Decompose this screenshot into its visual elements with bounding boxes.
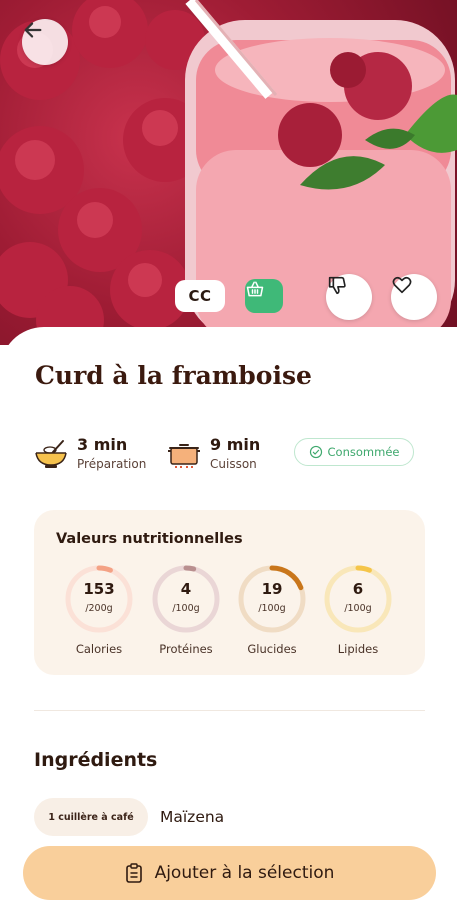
ingredient-quantity-label: 1 cuillère à café bbox=[48, 811, 134, 823]
favorite-button[interactable] bbox=[391, 274, 437, 320]
gauge-unit: /200g bbox=[85, 603, 113, 614]
basket-badge[interactable] bbox=[245, 279, 283, 313]
gauge-value: 6 bbox=[352, 580, 364, 598]
nutrition-title: Valeurs nutritionnelles bbox=[56, 531, 243, 547]
add-to-selection-label: Ajouter à la sélection bbox=[154, 863, 335, 883]
cc-badge-label: CC bbox=[188, 287, 212, 305]
nutrition-gauge-proteins: 4 /100g Protéines bbox=[151, 564, 221, 656]
prep-time: 3 min Préparation bbox=[33, 432, 146, 476]
gauge-label: Glucides bbox=[247, 642, 297, 656]
gauge-ring bbox=[324, 565, 392, 633]
prep-time-value: 3 min bbox=[77, 435, 128, 454]
gauge-value: 153 bbox=[83, 580, 115, 598]
nutrition-gauge-calories: 153 /200g Calories bbox=[64, 564, 134, 656]
consumed-toggle[interactable]: Consommée bbox=[294, 438, 414, 466]
gauge-label: Protéines bbox=[159, 642, 213, 656]
add-to-selection-button[interactable]: Ajouter à la sélection bbox=[23, 846, 436, 900]
nutrition-gauge-fats: 6 /100g Lipides bbox=[323, 564, 393, 656]
gauge-label: Lipides bbox=[337, 642, 379, 656]
gauge-ring bbox=[152, 565, 220, 633]
gauge-unit: /100g bbox=[258, 603, 286, 614]
dislike-button[interactable] bbox=[326, 274, 372, 320]
basket-icon bbox=[246, 281, 264, 297]
gauge-unit: /100g bbox=[172, 603, 200, 614]
cook-time-value: 9 min bbox=[210, 435, 261, 454]
cooking-pot-icon bbox=[168, 444, 200, 468]
gauge-unit: /100g bbox=[344, 603, 372, 614]
gauge-ring bbox=[65, 565, 133, 633]
arrow-left-icon bbox=[24, 22, 42, 38]
consumed-label: Consommée bbox=[327, 445, 400, 459]
smoothie-photo bbox=[0, 0, 457, 345]
recipe-title: Curd à la framboise bbox=[35, 361, 312, 390]
recipe-hero-image: CC bbox=[0, 0, 457, 345]
cook-time: 9 min Cuisson bbox=[166, 432, 260, 476]
gauge-label: Calories bbox=[75, 642, 123, 656]
thumbs-down-icon bbox=[328, 276, 346, 295]
gauge-track bbox=[65, 565, 133, 633]
cook-time-label: Cuisson bbox=[210, 457, 257, 471]
clipboard-icon bbox=[125, 863, 142, 883]
gauge-track bbox=[324, 565, 392, 633]
whisk-bowl-icon bbox=[35, 440, 67, 468]
heart-icon bbox=[392, 276, 412, 294]
gauge-ring bbox=[238, 565, 306, 633]
gauge-track bbox=[152, 565, 220, 633]
cc-badge: CC bbox=[175, 280, 225, 312]
nutrition-gauge-carbs: 19 /100g Glucides bbox=[237, 564, 307, 656]
nutrition-card: Valeurs nutritionnelles 153 /200g Calori… bbox=[34, 510, 425, 675]
section-divider bbox=[34, 710, 425, 711]
gauge-value: 19 bbox=[261, 580, 283, 598]
ingredient-name: Maïzena bbox=[160, 808, 225, 826]
prep-time-label: Préparation bbox=[77, 457, 147, 471]
check-circle-icon bbox=[309, 445, 322, 459]
back-button[interactable] bbox=[22, 19, 68, 65]
gauge-value: 4 bbox=[180, 580, 192, 598]
ingredient-quantity: 1 cuillère à café bbox=[34, 798, 148, 836]
ingredients-title: Ingrédients bbox=[34, 749, 158, 771]
